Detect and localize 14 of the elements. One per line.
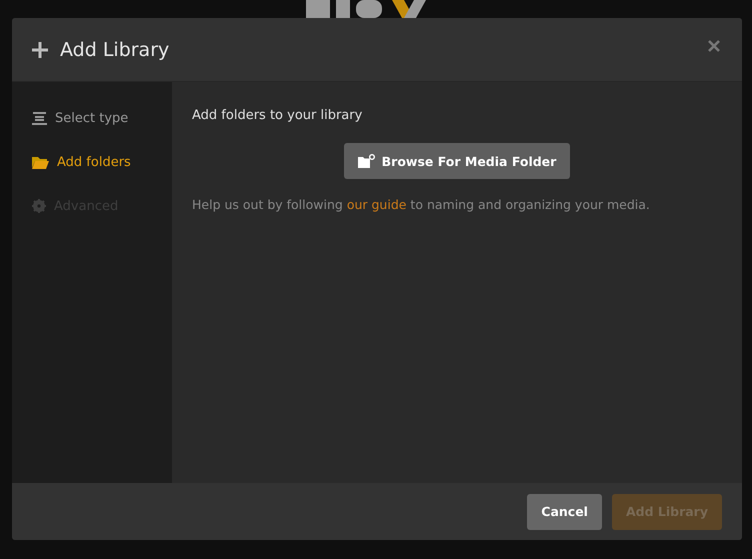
section-heading: Add folders to your library <box>192 108 364 123</box>
list-icon <box>32 112 47 124</box>
guide-link[interactable]: our guide <box>346 197 406 212</box>
close-icon[interactable] <box>708 40 720 52</box>
step-item[interactable]: Add folders <box>12 140 172 184</box>
dialog-title: Add Library <box>60 38 170 60</box>
plus-icon <box>32 42 48 58</box>
cancel-button[interactable]: Cancel <box>527 494 602 530</box>
gear-icon <box>32 199 46 213</box>
browse-button[interactable]: Browse For Media Folder <box>344 143 570 179</box>
folder-add-icon <box>358 154 375 168</box>
step-item[interactable]: Select type <box>12 96 172 140</box>
help-text: Help us out by following our guide to naming and organizing your media. <box>192 197 651 212</box>
folder-icon <box>32 156 49 168</box>
